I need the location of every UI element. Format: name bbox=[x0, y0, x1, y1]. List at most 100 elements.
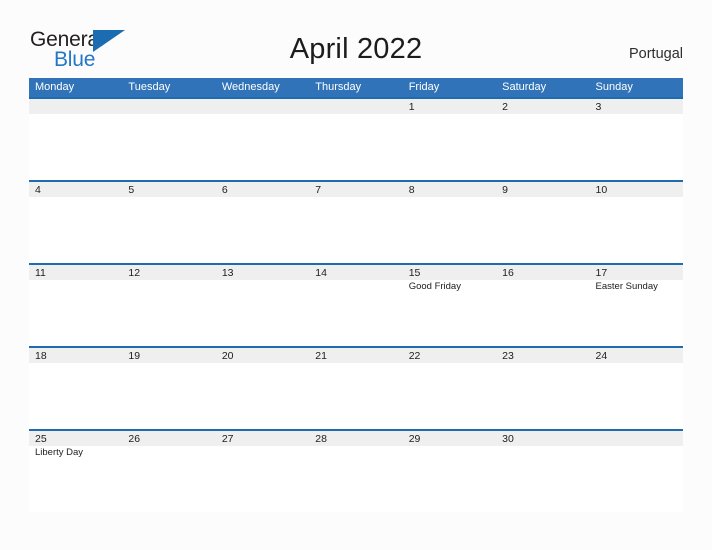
calendar-week-cells: 25 Liberty Day 26 27 28 29 30 bbox=[29, 431, 683, 512]
weekday-header-monday: Monday bbox=[35, 81, 75, 93]
calendar-day-number: 30 bbox=[502, 433, 514, 445]
calendar-day-cell[interactable]: 2 bbox=[496, 99, 590, 180]
calendar-day-cell[interactable]: 5 bbox=[122, 182, 216, 263]
calendar-day-number: 8 bbox=[408, 184, 415, 196]
calendar-empty-cell bbox=[215, 99, 310, 180]
calendar-day-cell[interactable]: 13 bbox=[215, 265, 310, 346]
calendar-day-number: 10 bbox=[595, 184, 608, 196]
calendar-weeks: 1 2 3 4 5 6 7 8 9 10 11 12 13 14 15 Good Friday 16 17 East… bbox=[29, 97, 683, 512]
calendar-day-number: 22 bbox=[408, 350, 421, 362]
weekday-header-row: Monday Tuesday Wednesday Thursday Friday… bbox=[29, 78, 683, 97]
calendar-day-number: 9 bbox=[502, 184, 508, 196]
calendar-day-cell[interactable]: 22 bbox=[402, 348, 497, 429]
calendar-day-number: 12 bbox=[128, 267, 141, 279]
calendar-empty-cell bbox=[589, 431, 683, 512]
calendar-day-cell[interactable]: 10 bbox=[589, 182, 683, 263]
calendar-day-number: 18 bbox=[35, 350, 47, 362]
weekday-header-sunday: Sunday bbox=[595, 81, 633, 93]
calendar-day-number: 7 bbox=[315, 184, 322, 196]
calendar-week-row: 18 19 20 21 22 23 24 bbox=[29, 346, 683, 429]
calendar-day-band bbox=[496, 99, 590, 114]
calendar-day-cell[interactable]: 23 bbox=[496, 348, 590, 429]
calendar-day-cell[interactable]: 20 bbox=[215, 348, 310, 429]
calendar-day-number: 5 bbox=[128, 184, 135, 196]
calendar-day-cell[interactable]: 27 bbox=[215, 431, 310, 512]
calendar-day-cell[interactable]: 29 bbox=[402, 431, 497, 512]
calendar-day-band bbox=[402, 182, 497, 197]
calendar-day-number: 23 bbox=[502, 350, 514, 362]
calendar-day-number: 20 bbox=[221, 350, 234, 362]
calendar-day-band bbox=[402, 99, 497, 114]
calendar-day-band bbox=[122, 99, 216, 114]
calendar-day-number: 4 bbox=[35, 184, 41, 196]
calendar-day-cell[interactable]: 26 bbox=[122, 431, 216, 512]
calendar-day-band bbox=[309, 99, 403, 114]
calendar-week-cells: 4 5 6 7 8 9 10 bbox=[29, 182, 683, 263]
calendar-day-number: 26 bbox=[128, 433, 141, 445]
calendar-day-number: 27 bbox=[221, 433, 234, 445]
calendar-day-cell[interactable]: 14 bbox=[309, 265, 403, 346]
calendar-day-cell[interactable]: 21 bbox=[309, 348, 403, 429]
calendar-day-number: 28 bbox=[315, 433, 327, 445]
calendar-day-cell[interactable]: 1 bbox=[402, 99, 497, 180]
calendar-day-cell[interactable]: 18 bbox=[29, 348, 123, 429]
weekday-header-saturday: Saturday bbox=[502, 81, 547, 93]
calendar-day-cell[interactable]: 7 bbox=[309, 182, 403, 263]
calendar-day-number: 29 bbox=[408, 433, 421, 445]
calendar-day-number: 1 bbox=[408, 101, 415, 113]
calendar-day-cell[interactable]: 8 bbox=[402, 182, 497, 263]
calendar-day-cell[interactable]: 4 bbox=[29, 182, 123, 263]
calendar-day-number: 2 bbox=[502, 101, 508, 113]
calendar-day-event: Liberty Day bbox=[35, 447, 84, 458]
calendar-day-cell[interactable]: 15 Good Friday bbox=[402, 265, 497, 346]
calendar-day-band bbox=[122, 182, 216, 197]
calendar-day-band bbox=[309, 182, 403, 197]
calendar-week-row: 11 12 13 14 15 Good Friday 16 17 Easter Sunday bbox=[29, 263, 683, 346]
page-header: General Blue April 2022 Portugal bbox=[0, 0, 712, 78]
page-title: April 2022 bbox=[289, 33, 423, 65]
calendar-day-number: 13 bbox=[221, 267, 234, 279]
region-label: Portugal bbox=[628, 46, 683, 62]
calendar-day-cell[interactable]: 11 bbox=[29, 265, 123, 346]
calendar-week-cells: 18 19 20 21 22 23 24 bbox=[29, 348, 683, 429]
weekday-header-friday: Friday bbox=[408, 81, 440, 93]
calendar-day-cell[interactable]: 30 bbox=[496, 431, 590, 512]
weekday-header-thursday: Thursday bbox=[315, 81, 362, 93]
calendar-day-cell[interactable]: 16 bbox=[496, 265, 590, 346]
weekday-header-wednesday: Wednesday bbox=[221, 81, 280, 93]
calendar-day-number: 25 bbox=[35, 433, 47, 445]
calendar-day-number: 11 bbox=[35, 267, 46, 279]
calendar-day-cell[interactable]: 24 bbox=[589, 348, 683, 429]
calendar-empty-cell bbox=[29, 99, 123, 180]
calendar-day-event: Good Friday bbox=[408, 281, 461, 292]
calendar-week-cells: 1 2 3 bbox=[29, 99, 683, 180]
calendar-day-band bbox=[29, 182, 123, 197]
calendar-day-cell[interactable]: 28 bbox=[309, 431, 403, 512]
calendar-page: General Blue April 2022 Portugal Monday … bbox=[0, 0, 712, 550]
calendar-day-band bbox=[496, 182, 590, 197]
calendar-week-row: 1 2 3 bbox=[29, 97, 683, 180]
calendar-day-number: 16 bbox=[502, 267, 514, 279]
calendar-day-band bbox=[215, 99, 310, 114]
calendar-day-number: 15 bbox=[408, 267, 421, 279]
calendar-day-band bbox=[215, 182, 310, 197]
calendar-day-cell[interactable]: 12 bbox=[122, 265, 216, 346]
calendar-day-cell[interactable]: 6 bbox=[215, 182, 310, 263]
calendar-day-cell[interactable]: 3 bbox=[589, 99, 683, 180]
calendar-day-cell[interactable]: 17 Easter Sunday bbox=[589, 265, 683, 346]
calendar-day-number: 3 bbox=[595, 101, 602, 113]
calendar-week-row: 25 Liberty Day 26 27 28 29 30 bbox=[29, 429, 683, 512]
calendar-day-number: 24 bbox=[595, 350, 608, 362]
calendar-day-band bbox=[29, 99, 123, 114]
calendar-empty-cell bbox=[309, 99, 403, 180]
calendar-grid: Monday Tuesday Wednesday Thursday Friday… bbox=[29, 78, 683, 512]
calendar-day-band bbox=[589, 99, 683, 114]
calendar-day-number: 19 bbox=[128, 350, 141, 362]
calendar-day-number: 6 bbox=[221, 184, 228, 196]
calendar-day-number: 17 bbox=[595, 267, 608, 279]
calendar-week-row: 4 5 6 7 8 9 10 bbox=[29, 180, 683, 263]
calendar-day-cell[interactable]: 25 Liberty Day bbox=[29, 431, 123, 512]
calendar-day-cell[interactable]: 9 bbox=[496, 182, 590, 263]
weekday-header-tuesday: Tuesday bbox=[128, 81, 171, 93]
calendar-day-cell[interactable]: 19 bbox=[122, 348, 216, 429]
